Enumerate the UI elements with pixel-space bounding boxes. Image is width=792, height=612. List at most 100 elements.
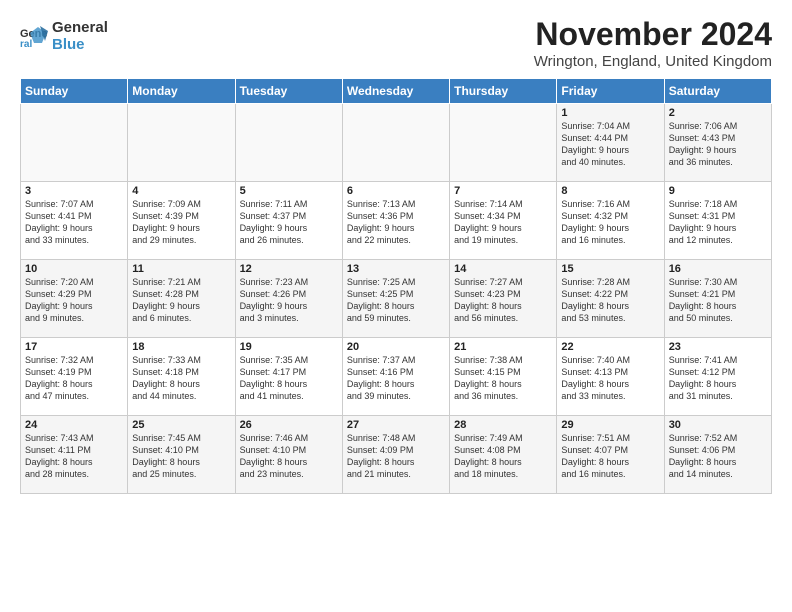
- svg-text:ral: ral: [20, 39, 32, 50]
- day-info: Sunrise: 7:07 AM Sunset: 4:41 PM Dayligh…: [25, 198, 123, 247]
- day-info: Sunrise: 7:11 AM Sunset: 4:37 PM Dayligh…: [240, 198, 338, 247]
- day-info: Sunrise: 7:16 AM Sunset: 4:32 PM Dayligh…: [561, 198, 659, 247]
- day-number: 22: [561, 341, 659, 353]
- day-number: 15: [561, 263, 659, 275]
- calendar-header: SundayMondayTuesdayWednesdayThursdayFrid…: [21, 79, 772, 104]
- day-number: 8: [561, 185, 659, 197]
- day-number: 12: [240, 263, 338, 275]
- day-number: 14: [454, 263, 552, 275]
- day-number: 6: [347, 185, 445, 197]
- logo: Gene ral General Blue: [20, 20, 108, 53]
- day-number: 25: [132, 419, 230, 431]
- logo-text: General Blue: [52, 20, 108, 53]
- day-info: Sunrise: 7:35 AM Sunset: 4:17 PM Dayligh…: [240, 354, 338, 403]
- week-row-2: 3Sunrise: 7:07 AM Sunset: 4:41 PM Daylig…: [21, 182, 772, 260]
- day-number: 17: [25, 341, 123, 353]
- day-cell: 3Sunrise: 7:07 AM Sunset: 4:41 PM Daylig…: [21, 182, 128, 260]
- week-row-5: 24Sunrise: 7:43 AM Sunset: 4:11 PM Dayli…: [21, 416, 772, 494]
- day-cell: 7Sunrise: 7:14 AM Sunset: 4:34 PM Daylig…: [450, 182, 557, 260]
- day-info: Sunrise: 7:41 AM Sunset: 4:12 PM Dayligh…: [669, 354, 767, 403]
- day-cell: 24Sunrise: 7:43 AM Sunset: 4:11 PM Dayli…: [21, 416, 128, 494]
- day-cell: 9Sunrise: 7:18 AM Sunset: 4:31 PM Daylig…: [664, 182, 771, 260]
- day-number: 27: [347, 419, 445, 431]
- day-info: Sunrise: 7:04 AM Sunset: 4:44 PM Dayligh…: [561, 120, 659, 169]
- header-cell-thursday: Thursday: [450, 79, 557, 104]
- day-cell: 13Sunrise: 7:25 AM Sunset: 4:25 PM Dayli…: [342, 260, 449, 338]
- day-cell: 25Sunrise: 7:45 AM Sunset: 4:10 PM Dayli…: [128, 416, 235, 494]
- day-number: 20: [347, 341, 445, 353]
- calendar-subtitle: Wrington, England, United Kingdom: [534, 53, 772, 70]
- day-cell: [21, 104, 128, 182]
- day-number: 4: [132, 185, 230, 197]
- day-cell: 2Sunrise: 7:06 AM Sunset: 4:43 PM Daylig…: [664, 104, 771, 182]
- day-number: 23: [669, 341, 767, 353]
- day-number: 21: [454, 341, 552, 353]
- day-cell: 5Sunrise: 7:11 AM Sunset: 4:37 PM Daylig…: [235, 182, 342, 260]
- day-cell: 4Sunrise: 7:09 AM Sunset: 4:39 PM Daylig…: [128, 182, 235, 260]
- day-info: Sunrise: 7:06 AM Sunset: 4:43 PM Dayligh…: [669, 120, 767, 169]
- day-number: 26: [240, 419, 338, 431]
- day-info: Sunrise: 7:32 AM Sunset: 4:19 PM Dayligh…: [25, 354, 123, 403]
- day-info: Sunrise: 7:52 AM Sunset: 4:06 PM Dayligh…: [669, 432, 767, 481]
- logo-icon: Gene ral: [20, 23, 48, 51]
- day-number: 18: [132, 341, 230, 353]
- title-block: November 2024 Wrington, England, United …: [534, 16, 772, 70]
- day-info: Sunrise: 7:30 AM Sunset: 4:21 PM Dayligh…: [669, 276, 767, 325]
- day-info: Sunrise: 7:28 AM Sunset: 4:22 PM Dayligh…: [561, 276, 659, 325]
- day-cell: 16Sunrise: 7:30 AM Sunset: 4:21 PM Dayli…: [664, 260, 771, 338]
- day-cell: 22Sunrise: 7:40 AM Sunset: 4:13 PM Dayli…: [557, 338, 664, 416]
- day-cell: 15Sunrise: 7:28 AM Sunset: 4:22 PM Dayli…: [557, 260, 664, 338]
- day-cell: 19Sunrise: 7:35 AM Sunset: 4:17 PM Dayli…: [235, 338, 342, 416]
- page: Gene ral General Blue November 2024 Wrin…: [0, 0, 792, 612]
- day-cell: 29Sunrise: 7:51 AM Sunset: 4:07 PM Dayli…: [557, 416, 664, 494]
- header-cell-wednesday: Wednesday: [342, 79, 449, 104]
- day-info: Sunrise: 7:13 AM Sunset: 4:36 PM Dayligh…: [347, 198, 445, 247]
- day-cell: 11Sunrise: 7:21 AM Sunset: 4:28 PM Dayli…: [128, 260, 235, 338]
- calendar-table: SundayMondayTuesdayWednesdayThursdayFrid…: [20, 78, 772, 494]
- day-info: Sunrise: 7:20 AM Sunset: 4:29 PM Dayligh…: [25, 276, 123, 325]
- logo-line2: Blue: [52, 37, 108, 54]
- calendar-body: 1Sunrise: 7:04 AM Sunset: 4:44 PM Daylig…: [21, 104, 772, 494]
- day-info: Sunrise: 7:25 AM Sunset: 4:25 PM Dayligh…: [347, 276, 445, 325]
- day-number: 19: [240, 341, 338, 353]
- day-cell: [235, 104, 342, 182]
- header-cell-saturday: Saturday: [664, 79, 771, 104]
- day-cell: 21Sunrise: 7:38 AM Sunset: 4:15 PM Dayli…: [450, 338, 557, 416]
- day-info: Sunrise: 7:14 AM Sunset: 4:34 PM Dayligh…: [454, 198, 552, 247]
- day-number: 13: [347, 263, 445, 275]
- header-cell-sunday: Sunday: [21, 79, 128, 104]
- day-number: 10: [25, 263, 123, 275]
- week-row-4: 17Sunrise: 7:32 AM Sunset: 4:19 PM Dayli…: [21, 338, 772, 416]
- day-info: Sunrise: 7:51 AM Sunset: 4:07 PM Dayligh…: [561, 432, 659, 481]
- day-info: Sunrise: 7:21 AM Sunset: 4:28 PM Dayligh…: [132, 276, 230, 325]
- day-number: 3: [25, 185, 123, 197]
- day-number: 7: [454, 185, 552, 197]
- day-info: Sunrise: 7:45 AM Sunset: 4:10 PM Dayligh…: [132, 432, 230, 481]
- day-cell: 14Sunrise: 7:27 AM Sunset: 4:23 PM Dayli…: [450, 260, 557, 338]
- day-info: Sunrise: 7:27 AM Sunset: 4:23 PM Dayligh…: [454, 276, 552, 325]
- day-number: 24: [25, 419, 123, 431]
- day-cell: 10Sunrise: 7:20 AM Sunset: 4:29 PM Dayli…: [21, 260, 128, 338]
- day-cell: 30Sunrise: 7:52 AM Sunset: 4:06 PM Dayli…: [664, 416, 771, 494]
- week-row-3: 10Sunrise: 7:20 AM Sunset: 4:29 PM Dayli…: [21, 260, 772, 338]
- day-number: 9: [669, 185, 767, 197]
- day-cell: 1Sunrise: 7:04 AM Sunset: 4:44 PM Daylig…: [557, 104, 664, 182]
- day-info: Sunrise: 7:40 AM Sunset: 4:13 PM Dayligh…: [561, 354, 659, 403]
- day-cell: 18Sunrise: 7:33 AM Sunset: 4:18 PM Dayli…: [128, 338, 235, 416]
- day-info: Sunrise: 7:23 AM Sunset: 4:26 PM Dayligh…: [240, 276, 338, 325]
- day-info: Sunrise: 7:37 AM Sunset: 4:16 PM Dayligh…: [347, 354, 445, 403]
- day-info: Sunrise: 7:38 AM Sunset: 4:15 PM Dayligh…: [454, 354, 552, 403]
- day-info: Sunrise: 7:43 AM Sunset: 4:11 PM Dayligh…: [25, 432, 123, 481]
- day-cell: 12Sunrise: 7:23 AM Sunset: 4:26 PM Dayli…: [235, 260, 342, 338]
- day-number: 1: [561, 107, 659, 119]
- day-cell: 26Sunrise: 7:46 AM Sunset: 4:10 PM Dayli…: [235, 416, 342, 494]
- day-number: 5: [240, 185, 338, 197]
- header-cell-monday: Monday: [128, 79, 235, 104]
- week-row-1: 1Sunrise: 7:04 AM Sunset: 4:44 PM Daylig…: [21, 104, 772, 182]
- day-cell: 17Sunrise: 7:32 AM Sunset: 4:19 PM Dayli…: [21, 338, 128, 416]
- day-cell: 6Sunrise: 7:13 AM Sunset: 4:36 PM Daylig…: [342, 182, 449, 260]
- day-cell: 23Sunrise: 7:41 AM Sunset: 4:12 PM Dayli…: [664, 338, 771, 416]
- header-row: SundayMondayTuesdayWednesdayThursdayFrid…: [21, 79, 772, 104]
- calendar-title: November 2024: [534, 16, 772, 53]
- day-info: Sunrise: 7:09 AM Sunset: 4:39 PM Dayligh…: [132, 198, 230, 247]
